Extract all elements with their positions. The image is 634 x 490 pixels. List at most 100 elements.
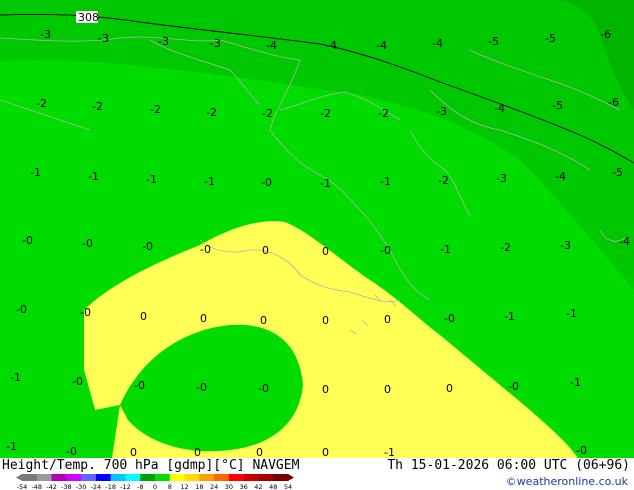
- colorbar-swatch: [36, 474, 52, 481]
- colorbar-swatch: [125, 474, 141, 481]
- isotherm-label: 0: [322, 383, 329, 396]
- colorbar-tick-label: -18: [105, 483, 116, 490]
- colorbar-tick-label: -54: [17, 483, 28, 490]
- isotherm-label: -0: [82, 237, 93, 250]
- colorbar-tick-label: 24: [210, 483, 218, 490]
- isotherm-label: -1: [440, 243, 451, 256]
- isotherm-label: -1: [88, 170, 99, 183]
- colorbar-swatch: [110, 474, 126, 481]
- isotherm-label: -3: [496, 172, 507, 185]
- isotherm-label: 0: [256, 446, 263, 458]
- isotherm-label: -2: [206, 106, 217, 119]
- isotherm-label: -0: [258, 382, 269, 395]
- isotherm-label: -1: [10, 371, 21, 384]
- colorbar-swatch: [228, 474, 245, 481]
- isotherm-label: -0: [16, 303, 27, 316]
- isotherm-label: 0: [446, 382, 453, 395]
- isotherm-label: -5: [612, 166, 623, 179]
- isotherm-label: -0: [444, 312, 455, 325]
- isotherm-label: -5: [545, 32, 556, 45]
- isotherm-label: -2: [92, 100, 103, 113]
- colorbar-tick-label: 18: [195, 483, 203, 490]
- isotherm-label: -1: [504, 310, 515, 323]
- colorbar-tick-label: -8: [137, 483, 143, 490]
- isotherm-label: -4: [326, 39, 337, 52]
- isotherm-label: -5: [488, 35, 499, 48]
- isotherm-label: -1: [566, 307, 577, 320]
- isotherm-label: -2: [36, 97, 47, 110]
- colorbar-tick-label: 0: [153, 483, 157, 490]
- isotherm-label: 0: [322, 446, 329, 458]
- colorbar-swatch: [140, 474, 156, 481]
- isotherm-label: 0: [322, 245, 329, 258]
- isotherm-label: -0: [142, 240, 153, 253]
- isotherm-label: -6: [608, 96, 619, 109]
- colorbar-swatch: [243, 474, 259, 481]
- isotherm-label: -3: [560, 239, 571, 252]
- isotherm-label: -0: [261, 176, 272, 189]
- map-footer: Height/Temp. 700 hPa [gdmp][°C] NAVGEM T…: [0, 458, 634, 490]
- isotherm-label: -1: [146, 173, 157, 186]
- colorbar-tick-label: 54: [284, 483, 292, 490]
- map-title: Height/Temp. 700 hPa [gdmp][°C] NAVGEM: [2, 458, 300, 473]
- isotherm-label: -4: [376, 39, 387, 52]
- isotherm-label: 0: [384, 313, 391, 326]
- colorbar-tick-label: 8: [168, 483, 172, 490]
- isotherm-label: -0: [508, 380, 519, 393]
- colorbar-tick-label: 48: [269, 483, 277, 490]
- colorbar-tick-label: 36: [240, 483, 248, 490]
- isotherm-label: -0: [134, 379, 145, 392]
- colorbar-arrow-right: [288, 474, 294, 481]
- colorbar-tick-label: -24: [91, 483, 102, 490]
- isotherm-label: -3: [210, 37, 221, 50]
- isotherm-label: -4: [619, 235, 630, 248]
- isotherm-label: -2: [262, 107, 273, 120]
- colorbar-tick-label: -48: [31, 483, 42, 490]
- colorbar-tick-label: 30: [225, 483, 233, 490]
- isotherm-label: 0: [262, 244, 269, 257]
- isotherm-label: -0: [80, 306, 91, 319]
- colorbar-swatch: [258, 474, 274, 481]
- isotherm-label: -3: [158, 35, 169, 48]
- colorbar-tick-label: -42: [46, 483, 57, 490]
- colorbar-tick-label: -30: [76, 483, 87, 490]
- isotherm-label: -5: [552, 99, 563, 112]
- weather-map: 308 -3 -3 -3 -3 -4 -4 -4 -4 -5 -5 -6 -2 -2 -2 -2 -2 -2 -2…: [0, 0, 634, 458]
- isotherm-label: 0: [384, 383, 391, 396]
- isotherm-label: -6: [600, 28, 611, 41]
- isotherm-label: -2: [438, 174, 449, 187]
- isotherm-label: -1: [380, 175, 391, 188]
- colorbar-swatch: [214, 474, 230, 481]
- isotherm-label: -3: [98, 32, 109, 45]
- isotherm-label: 0: [130, 446, 137, 458]
- isotherm-label: -0: [22, 234, 33, 247]
- colorbar-swatch: [51, 474, 67, 481]
- isotherm-label: -1: [570, 376, 581, 389]
- isotherm-label: -0: [66, 445, 77, 458]
- colorbar-swatch: [22, 474, 38, 481]
- colorbar-swatch: [66, 474, 82, 481]
- colorbar-tick-label: -38: [61, 483, 72, 490]
- colorbar-swatch: [95, 474, 112, 481]
- isotherm-label: -0: [576, 444, 587, 457]
- colorbar-tick-label: 12: [180, 483, 188, 490]
- colorbar-swatch: [184, 474, 200, 481]
- isotherm-label: -4: [494, 102, 505, 115]
- isotherm-label: -0: [72, 375, 83, 388]
- isotherm-label: 0: [140, 310, 147, 323]
- colorbar-swatch: [169, 474, 185, 481]
- isotherm-label: -2: [378, 107, 389, 120]
- isotherm-label: -0: [200, 243, 211, 256]
- colorbar-tick-label: -12: [120, 483, 131, 490]
- copyright-credit: ©weatheronline.co.uk: [505, 475, 628, 488]
- isotherm-label: -2: [150, 103, 161, 116]
- isotherm-label: -4: [432, 37, 443, 50]
- temperature-colorbar: -54 -48 -42 -38 -30 -24 -18 -12 -8 0 8 12 18 24 30 36 42…: [16, 474, 294, 490]
- isotherm-label: -4: [555, 170, 566, 183]
- isotherm-label: -2: [320, 107, 331, 120]
- isotherm-label: 0: [322, 314, 329, 327]
- colorbar-tick-label: 42: [254, 483, 262, 490]
- colorbar-swatch: [199, 474, 215, 481]
- isotherm-label: -3: [436, 105, 447, 118]
- isotherm-label: 0: [260, 314, 267, 327]
